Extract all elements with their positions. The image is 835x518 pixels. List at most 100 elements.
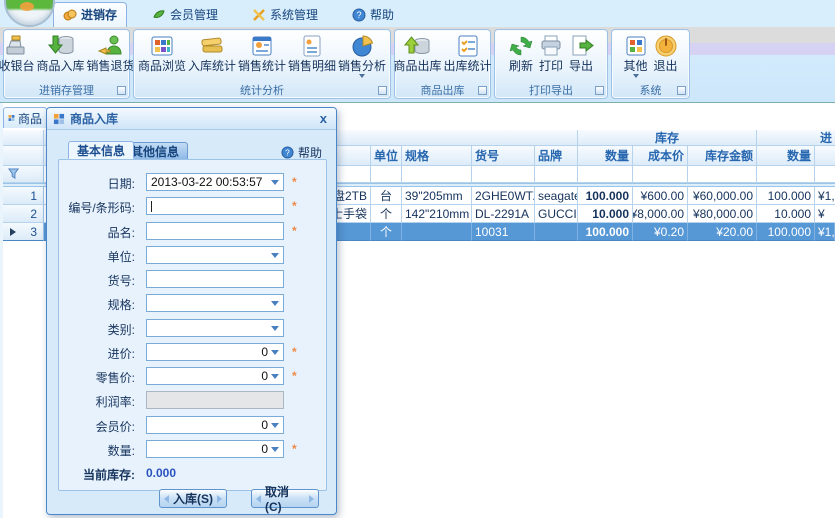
spec-combo[interactable]: [146, 294, 284, 312]
stock-in-button[interactable]: 商品入库: [37, 32, 85, 84]
dialog-launcher-icon[interactable]: [595, 86, 604, 95]
grid-header-clipped[interactable]: [815, 146, 835, 166]
purchase-price-spin[interactable]: 0: [146, 343, 284, 361]
grid-band-stock[interactable]: 库存: [578, 130, 757, 146]
dialog-launcher-icon[interactable]: [378, 86, 387, 95]
grid-filter-cell[interactable]: [402, 166, 472, 183]
other-button[interactable]: 其他: [622, 32, 650, 84]
product-browse-button[interactable]: 商品浏览: [138, 32, 186, 84]
cell-clipped[interactable]: ¥1,0: [815, 223, 835, 241]
grid-header-cost[interactable]: 成本价: [633, 146, 688, 166]
cell-itemno[interactable]: DL-2291A: [472, 205, 535, 223]
cell-qty2[interactable]: 100.000: [757, 187, 815, 205]
cell-cost[interactable]: ¥8,000.00: [633, 205, 688, 223]
cell-cost[interactable]: ¥0.20: [633, 223, 688, 241]
barcode-field[interactable]: [146, 197, 284, 215]
cell-qty2[interactable]: 10.000: [757, 205, 815, 223]
chevron-down-icon[interactable]: [271, 301, 279, 310]
member-price-spin[interactable]: 0: [146, 416, 284, 434]
row-number[interactable]: 3: [3, 223, 44, 241]
grid-filter-cell[interactable]: [633, 166, 688, 183]
chevron-down-icon[interactable]: [271, 447, 279, 456]
dialog-title-bar[interactable]: 商品入库 x: [47, 108, 336, 130]
chevron-down-icon[interactable]: [271, 326, 279, 335]
stock-out-button[interactable]: 商品出库: [393, 32, 441, 84]
grid-header-qty[interactable]: 数量: [578, 146, 633, 166]
cell-clipped[interactable]: ¥1,0: [815, 187, 835, 205]
ribbon-tab-purchase-sales-inventory[interactable]: 进销存: [53, 2, 127, 27]
chevron-down-icon[interactable]: [271, 423, 279, 432]
sales-analysis-button[interactable]: 销售分析: [338, 32, 386, 84]
chevron-down-icon[interactable]: [271, 253, 279, 262]
retail-price-spin[interactable]: 0: [146, 367, 284, 385]
cell-spec[interactable]: [402, 223, 472, 241]
grid-filter-cell[interactable]: [757, 166, 815, 183]
cell-unit[interactable]: 个: [371, 205, 402, 223]
cell-itemno[interactable]: 10031: [472, 223, 535, 241]
unit-combo[interactable]: [146, 246, 284, 264]
cell-qty2[interactable]: 100.000: [757, 223, 815, 241]
category-combo[interactable]: [146, 319, 284, 337]
row-number[interactable]: 1: [3, 187, 44, 205]
print-button[interactable]: 打印: [537, 32, 565, 84]
grid-header-brand[interactable]: 品牌: [535, 146, 578, 166]
grid-filter-cell[interactable]: [578, 166, 633, 183]
quantity-spin[interactable]: 0: [146, 440, 284, 458]
chevron-down-icon[interactable]: [271, 180, 279, 189]
chevron-down-icon[interactable]: [271, 350, 279, 359]
filter-funnel-icon[interactable]: [8, 168, 20, 180]
grid-header-itemno[interactable]: 货号: [472, 146, 535, 166]
cell-unit[interactable]: 个: [371, 223, 402, 241]
grid-header-stock-amount[interactable]: 库存金额: [688, 146, 757, 166]
cell-clipped[interactable]: ¥: [815, 205, 835, 223]
cell-stock-amount[interactable]: ¥80,000.00: [688, 205, 757, 223]
export-button[interactable]: 导出: [567, 32, 595, 84]
inbound-stats-button[interactable]: 入库统计: [188, 32, 236, 84]
cancel-button[interactable]: 取消(C): [251, 489, 319, 508]
grid-header-qty2[interactable]: 数量: [757, 146, 815, 166]
cell-brand[interactable]: GUCCI: [535, 205, 578, 223]
stock-in-confirm-button[interactable]: 入库(S): [159, 489, 227, 508]
tab-basic-info[interactable]: 基本信息: [68, 141, 134, 159]
cell-qty[interactable]: 100.000: [578, 223, 633, 241]
ribbon-tab-help[interactable]: ? 帮助: [343, 3, 403, 27]
cell-stock-amount[interactable]: ¥60,000.00: [688, 187, 757, 205]
row-number[interactable]: 2: [3, 205, 44, 223]
grid-header-rowselector[interactable]: [3, 146, 44, 166]
cell-unit[interactable]: 台: [371, 187, 402, 205]
grid-filter-cell[interactable]: [472, 166, 535, 183]
refresh-button[interactable]: 刷新: [507, 32, 535, 84]
date-combo[interactable]: 2013-03-22 00:53:57: [146, 173, 284, 191]
dialog-launcher-icon[interactable]: [677, 86, 686, 95]
cell-brand[interactable]: [535, 223, 578, 241]
chevron-down-icon[interactable]: [271, 374, 279, 383]
ribbon-tab-member-management[interactable]: 会员管理: [143, 3, 227, 27]
cell-brand[interactable]: seagate: [535, 187, 578, 205]
grid-header-unit[interactable]: 单位: [371, 146, 402, 166]
cell-itemno[interactable]: 2GHE0WTZ: [472, 187, 535, 205]
close-icon[interactable]: x: [317, 112, 330, 125]
cell-qty[interactable]: 100.000: [578, 187, 633, 205]
grid-filter-cell[interactable]: [371, 166, 402, 183]
dialog-launcher-icon[interactable]: [117, 86, 126, 95]
exit-button[interactable]: 退出: [652, 32, 680, 84]
dialog-launcher-icon[interactable]: [478, 86, 487, 95]
product-name-field[interactable]: [146, 222, 284, 240]
cell-spec[interactable]: 39"205mm: [402, 187, 472, 205]
sales-return-button[interactable]: 销售退货: [87, 32, 135, 84]
cell-stock-amount[interactable]: ¥20.00: [688, 223, 757, 241]
sales-stats-button[interactable]: 销售统计: [238, 32, 286, 84]
outbound-stats-button[interactable]: 出库统计: [444, 32, 492, 84]
grid-filter-cell[interactable]: [815, 166, 835, 183]
grid-filter-cell[interactable]: [535, 166, 578, 183]
sales-detail-button[interactable]: 销售明细: [288, 32, 336, 84]
grid-filter-cell[interactable]: [688, 166, 757, 183]
cell-qty[interactable]: 10.000: [578, 205, 633, 223]
grid-header-spec[interactable]: 规格: [402, 146, 472, 166]
cashier-button[interactable]: 收银台: [0, 32, 35, 84]
ribbon-tab-system-management[interactable]: 系统管理: [243, 3, 327, 27]
cell-spec[interactable]: 142"210mm: [402, 205, 472, 223]
grid-band-purchase[interactable]: 进: [757, 130, 835, 146]
app-menu-button[interactable]: [4, 0, 55, 27]
cell-cost[interactable]: ¥600.00: [633, 187, 688, 205]
